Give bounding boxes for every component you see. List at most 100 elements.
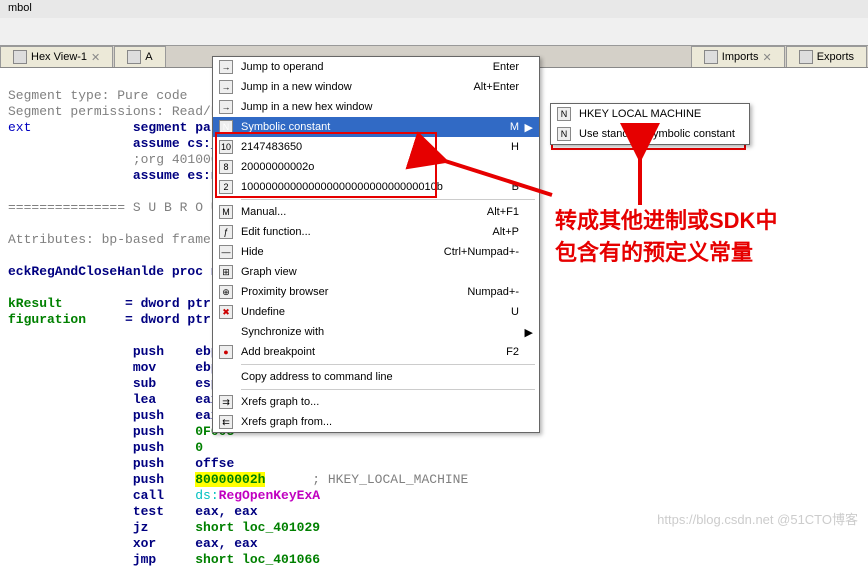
context-menu: → Jump to operand Enter → Jump in a new …	[212, 56, 540, 433]
constant-icon: N	[219, 120, 233, 134]
tab-icon	[704, 50, 718, 64]
menu-manual[interactable]: M Manual... Alt+F1	[213, 202, 539, 222]
window-title: mbol	[0, 0, 868, 18]
menu-label: 10000000000000000000000000000010b	[237, 181, 512, 193]
local-decl: = dword ptr -	[86, 312, 226, 327]
loc-ref[interactable]: short loc_401029	[195, 520, 320, 535]
menu-label: Jump in a new window	[237, 81, 473, 93]
submenu-label: HKEY LOCAL MACHINE	[575, 108, 743, 120]
subroutine-sep: =============== S U B R O U	[8, 200, 219, 215]
constant-icon: N	[557, 107, 571, 121]
loc-ref[interactable]: short loc_401066	[195, 552, 320, 567]
proc-name: eckRegAndCloseHanlde proc n	[8, 264, 219, 279]
opcode: jmp	[8, 552, 195, 567]
menu-separator	[241, 199, 535, 200]
menu-label: Jump in a new hex window	[237, 101, 519, 113]
menu-binary[interactable]: 2 10000000000000000000000000000010b B	[213, 177, 539, 197]
menu-shortcut: H	[511, 141, 523, 153]
menu-label: Graph view	[237, 266, 519, 278]
opcode: push	[8, 424, 195, 439]
menu-edit-function[interactable]: ƒ Edit function... Alt+P	[213, 222, 539, 242]
submenu-arrow-icon: ▶	[523, 121, 533, 134]
menu-label: Undefine	[237, 306, 511, 318]
segment-kw: ext	[8, 120, 133, 135]
menu-shortcut: F2	[506, 346, 523, 358]
opcode: call	[8, 488, 195, 503]
xref-from-icon: ⇇	[219, 415, 233, 429]
api-call[interactable]: RegOpenKeyExA	[219, 488, 320, 503]
opcode: push	[8, 456, 195, 471]
opcode: xor eax, eax	[8, 536, 258, 551]
comment: ; HKEY_LOCAL_MACHINE	[265, 472, 468, 487]
menu-xrefs-from[interactable]: ⇇ Xrefs graph from...	[213, 412, 539, 432]
menu-shortcut: Ctrl+Numpad+-	[444, 246, 523, 258]
arrow-icon: →	[219, 100, 233, 114]
menu-symbolic-constant[interactable]: N Symbolic constant M▶	[213, 117, 539, 137]
assume: assume es:no	[8, 168, 226, 183]
menu-jump-new-window[interactable]: → Jump in a new window Alt+Enter	[213, 77, 539, 97]
menu-label: Jump to operand	[237, 61, 493, 73]
menu-shortcut: Alt+Enter	[473, 81, 523, 93]
opcode: sub esp,	[8, 376, 226, 391]
menu-decimal[interactable]: 10 2147483650 H	[213, 137, 539, 157]
menu-proximity[interactable]: ⊕ Proximity browser Numpad+-	[213, 282, 539, 302]
menu-label: Proximity browser	[237, 286, 467, 298]
menu-undefine[interactable]: ✖ Undefine U	[213, 302, 539, 322]
menu-shortcut: Alt+P	[492, 226, 523, 238]
function-icon: ƒ	[219, 225, 233, 239]
tab-a[interactable]: A	[114, 46, 165, 67]
annotation-line: 包含有的预定义常量	[555, 237, 777, 269]
comment: Segment type: Pure code	[8, 88, 187, 103]
menu-separator	[241, 364, 535, 365]
menu-shortcut: U	[511, 306, 523, 318]
menu-xrefs-to[interactable]: ⇉ Xrefs graph to...	[213, 392, 539, 412]
menu-shortcut: Alt+F1	[487, 206, 523, 218]
selected-immediate[interactable]: 80000002h	[195, 472, 265, 487]
tab-imports[interactable]: Imports ✕	[691, 46, 785, 67]
tab-hex-view[interactable]: Hex View-1 ✕	[0, 46, 113, 67]
assume: assume cs:_te	[8, 136, 234, 151]
close-icon[interactable]: ✕	[762, 51, 771, 64]
local-var: figuration	[8, 312, 86, 327]
constant-icon: N	[557, 127, 571, 141]
menu-label: Add breakpoint	[237, 346, 506, 358]
menu-jump-hex-window[interactable]: → Jump in a new hex window	[213, 97, 539, 117]
local-decl: = dword ptr -	[63, 296, 227, 311]
opcode: lea eax,	[8, 392, 226, 407]
menu-add-breakpoint[interactable]: ● Add breakpoint F2	[213, 342, 539, 362]
menu-shortcut: Enter	[493, 61, 523, 73]
submenu-label: Use standard symbolic constant	[575, 128, 743, 140]
menu-label: 20000000002o	[237, 161, 519, 173]
attributes: Attributes: bp-based frame	[8, 232, 211, 247]
menu-label: Copy address to command line	[237, 371, 519, 383]
menu-shortcut: Numpad+-	[467, 286, 523, 298]
xref-to-icon: ⇉	[219, 395, 233, 409]
menu-hide[interactable]: — Hide Ctrl+Numpad+-	[213, 242, 539, 262]
opcode: push	[8, 440, 195, 455]
comment: Segment permissions: Read/E	[8, 104, 219, 119]
menu-synchronize[interactable]: Synchronize with ▶	[213, 322, 539, 342]
tab-exports[interactable]: Exports	[786, 46, 867, 67]
comment: ;org 401000h	[8, 152, 226, 167]
submenu-hkey-local-machine[interactable]: N HKEY LOCAL MACHINE	[551, 104, 749, 124]
opcode: mov ebp,	[8, 360, 226, 375]
close-icon[interactable]: ✕	[91, 51, 100, 64]
base2-icon: 2	[219, 180, 233, 194]
submenu-arrow-icon: ▶	[523, 326, 533, 339]
menu-jump-operand[interactable]: → Jump to operand Enter	[213, 57, 539, 77]
local-var: kResult	[8, 296, 63, 311]
menu-label: 2147483650	[237, 141, 511, 153]
menu-shortcut: M	[510, 121, 523, 133]
menu-graph-view[interactable]: ⊞ Graph view	[213, 262, 539, 282]
immediate: 0	[195, 440, 203, 455]
manual-icon: M	[219, 205, 233, 219]
tab-icon	[127, 50, 141, 64]
symbolic-constant-submenu: N HKEY LOCAL MACHINE N Use standard symb…	[550, 103, 750, 145]
tab-label: Imports	[722, 51, 759, 63]
arrow-icon: →	[219, 80, 233, 94]
menu-octal[interactable]: 8 20000000002o	[213, 157, 539, 177]
menu-label: Xrefs graph to...	[237, 396, 519, 408]
opcode: push eax	[8, 408, 219, 423]
submenu-use-standard[interactable]: N Use standard symbolic constant	[551, 124, 749, 144]
menu-copy-address[interactable]: Copy address to command line	[213, 367, 539, 387]
